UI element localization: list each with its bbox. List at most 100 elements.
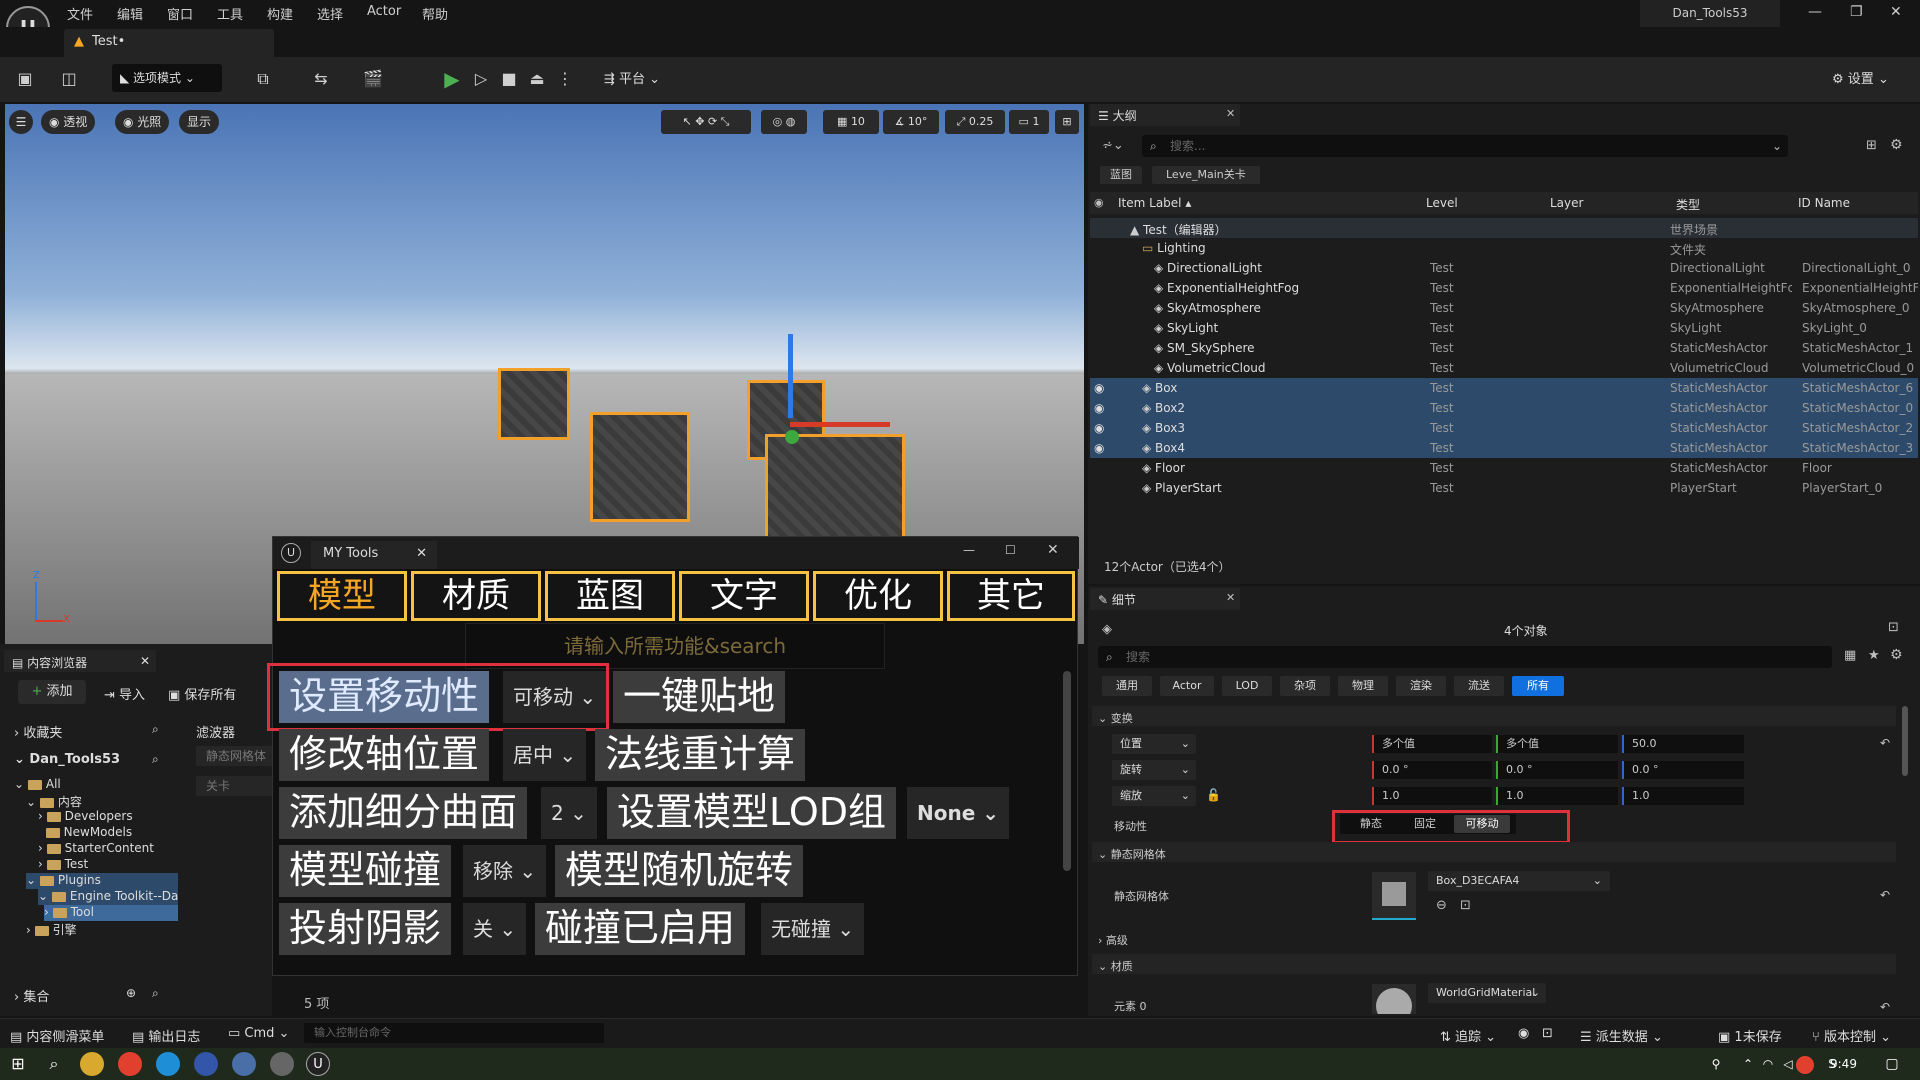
menu-build[interactable]: 构建 — [267, 4, 293, 23]
add-actor-icon[interactable]: ⧉ — [252, 68, 274, 90]
filter-tab-lod[interactable]: LOD — [1222, 676, 1272, 696]
browse-icon[interactable]: ◫ — [58, 68, 80, 90]
scale-y-field[interactable]: 1.0 — [1496, 787, 1618, 805]
camera-speed-button[interactable]: ▭ 1 — [1009, 110, 1049, 134]
tree-item[interactable]: › Test — [38, 857, 88, 873]
menu-help[interactable]: 帮助 — [422, 4, 448, 23]
project-header[interactable]: ⌄ Dan_Tools53 — [14, 752, 120, 768]
shadow-dropdown[interactable]: 关 ⌄ — [463, 903, 527, 955]
selected-box[interactable] — [765, 434, 905, 544]
hamburger-menu-icon[interactable]: ☰ — [9, 110, 33, 134]
outliner-row[interactable]: ◈ DirectionalLight Test DirectionalLight Di… — [1090, 258, 1918, 278]
outliner-row[interactable]: ◉ ◈ Box2 Test StaticMeshActor StaticMeshActo… — [1090, 398, 1918, 418]
menu-file[interactable]: 文件 — [67, 4, 93, 23]
search-icon[interactable]: ⌕ — [152, 986, 159, 1002]
tree-item[interactable]: › Tool — [44, 905, 178, 921]
materials-header[interactable]: ⌄ 材质 — [1098, 958, 1133, 974]
static-mesh-header[interactable]: ⌄ 静态网格体 — [1098, 846, 1166, 862]
close-tab-icon[interactable]: ✕ — [1226, 591, 1235, 604]
tree-item[interactable]: ⌄ 内容 — [26, 793, 82, 809]
rotation-snap-button[interactable]: ∡ 10° — [883, 110, 939, 134]
static-mesh-dropdown[interactable]: Box_D3ECAFA4 ⌄ — [1428, 871, 1610, 891]
perspective-button[interactable]: ◉ 透视 — [41, 110, 96, 134]
eye-icon[interactable]: ◉ — [1094, 441, 1104, 455]
collision-enabled-dropdown[interactable]: 无碰撞 ⌄ — [761, 903, 865, 955]
stop-icon[interactable]: ■ — [498, 68, 520, 90]
menu-window[interactable]: 窗口 — [167, 4, 193, 23]
add-collection-icon[interactable]: ⊕ — [126, 986, 136, 1002]
reset-icon[interactable]: ↶ — [1880, 736, 1890, 750]
close-icon[interactable]: ✕ — [1047, 542, 1059, 558]
header-type[interactable]: 类型 — [1676, 196, 1700, 213]
outliner-row[interactable]: ◉ ◈ Box3 Test StaticMeshActor StaticMeshActo… — [1090, 418, 1918, 438]
random-rotation-button[interactable]: 模型随机旋转 — [555, 845, 804, 897]
search-icon[interactable]: ⌕ — [152, 722, 159, 738]
browse-icon[interactable]: ⊡ — [1460, 898, 1471, 913]
reset-icon[interactable]: ↶ — [1880, 888, 1890, 902]
grid-view-icon[interactable]: ▦ — [1844, 648, 1856, 663]
filter-level[interactable]: 关卡 — [196, 776, 272, 796]
menu-edit[interactable]: 编辑 — [117, 4, 143, 23]
add-button[interactable]: + 添加 — [18, 680, 86, 704]
eye-icon[interactable]: ◉ — [1094, 196, 1104, 209]
header-id-name[interactable]: ID Name — [1798, 196, 1850, 210]
transform-tools[interactable]: ↖ ✥ ⟳ ⤡ — [661, 110, 751, 134]
unreal-taskbar-icon[interactable]: U — [306, 1052, 330, 1076]
screenshot-icon[interactable]: ⊡ — [1542, 1026, 1553, 1041]
platform-button[interactable]: ⇶ 平台 ⌄ — [604, 68, 660, 87]
outliner-search-input[interactable]: ⌕ 搜索... ⌄ — [1142, 135, 1788, 157]
gear-icon[interactable]: ⚙ — [1890, 647, 1903, 663]
filter-tab-streaming[interactable]: 流送 — [1454, 676, 1504, 696]
scrollbar[interactable] — [1902, 706, 1908, 776]
filter-icon[interactable]: ⩫⌄ — [1102, 138, 1124, 153]
outliner-row[interactable]: ▲ Test（编辑器） 世界场景 — [1090, 218, 1918, 238]
level-tab[interactable]: ▲ Test• — [64, 29, 274, 57]
filter-tab-general[interactable]: 通用 — [1102, 676, 1152, 696]
cinematics-icon[interactable]: 🎬 — [362, 68, 384, 90]
minimize-icon[interactable]: — — [963, 543, 975, 557]
app-tray-icon[interactable] — [1796, 1056, 1814, 1074]
filters-header[interactable]: 滤波器 — [196, 722, 235, 741]
filter-tab-render[interactable]: 渲染 — [1396, 676, 1446, 696]
set-lod-group-button[interactable]: 设置模型LOD组 — [607, 787, 896, 839]
material-dropdown[interactable]: WorldGridMaterial ⌄ — [1428, 983, 1546, 1003]
menu-actor[interactable]: Actor — [367, 4, 401, 19]
eject-icon[interactable]: ⏏ — [526, 68, 548, 90]
snap-to-ground-button[interactable]: 一键贴地 — [613, 671, 786, 723]
tree-item[interactable]: › StarterContent — [38, 841, 154, 857]
outliner-row[interactable]: ◈ SkyAtmosphere Test SkyAtmosphere SkyAtmos… — [1090, 298, 1918, 318]
gizmo-y-handle[interactable] — [785, 430, 799, 444]
header-item-label[interactable]: Item Label ▴ — [1118, 196, 1191, 210]
step-icon[interactable]: ▷ — [470, 68, 492, 90]
outliner-row[interactable]: ▭ Lighting 文件夹 — [1090, 238, 1918, 258]
lod-dropdown[interactable]: None ⌄ — [907, 787, 1010, 839]
category-material[interactable]: 材质 — [411, 571, 541, 621]
collections-header[interactable]: › 集合 — [14, 986, 49, 1005]
search-icon[interactable]: ⌕ — [152, 752, 159, 768]
rotation-z-field[interactable]: 0.0 ° — [1622, 761, 1744, 779]
settings-button[interactable]: ⚙ 设置 ⌄ — [1832, 68, 1889, 87]
reset-icon[interactable]: ↶ — [1880, 1000, 1890, 1014]
scale-x-field[interactable]: 1.0 — [1372, 787, 1492, 805]
category-optimize[interactable]: 优化 — [813, 571, 943, 621]
derived-data-button[interactable]: ☰ 派生数据 ⌄ — [1580, 1026, 1663, 1045]
eye-icon[interactable]: ◉ — [1094, 421, 1104, 435]
mode-select-button[interactable]: ◣ 选项模式 ⌄ — [112, 64, 222, 92]
app-icon[interactable] — [270, 1052, 294, 1076]
location-z-field[interactable]: 50.0 — [1622, 735, 1744, 753]
category-model[interactable]: 模型 — [277, 571, 407, 621]
outliner-row[interactable]: ◈ ExponentialHeightFog Test ExponentialHei… — [1090, 278, 1918, 298]
use-selected-icon[interactable]: ⊖ — [1436, 898, 1447, 913]
filter-tab-all[interactable]: 所有 — [1512, 676, 1564, 696]
tree-item[interactable]: ⌄ Engine Toolkit--Dan — [38, 889, 178, 905]
favorites-header[interactable]: › 收藏夹 — [14, 722, 62, 741]
collision-dropdown[interactable]: 移除 ⌄ — [463, 845, 547, 897]
collision-enabled-button[interactable]: 碰撞已启用 — [535, 903, 746, 955]
menu-tools[interactable]: 工具 — [217, 4, 243, 23]
maximize-viewport-icon[interactable]: ⊞ — [1055, 110, 1079, 134]
minimize-icon[interactable]: — — [1808, 4, 1822, 20]
content-drawer-button[interactable]: ▤ 内容侧滑菜单 — [10, 1026, 104, 1045]
my-tools-tab[interactable]: MY Tools ✕ — [311, 541, 437, 569]
eye-icon[interactable]: ◉ — [1094, 381, 1104, 395]
category-text[interactable]: 文字 — [679, 571, 809, 621]
